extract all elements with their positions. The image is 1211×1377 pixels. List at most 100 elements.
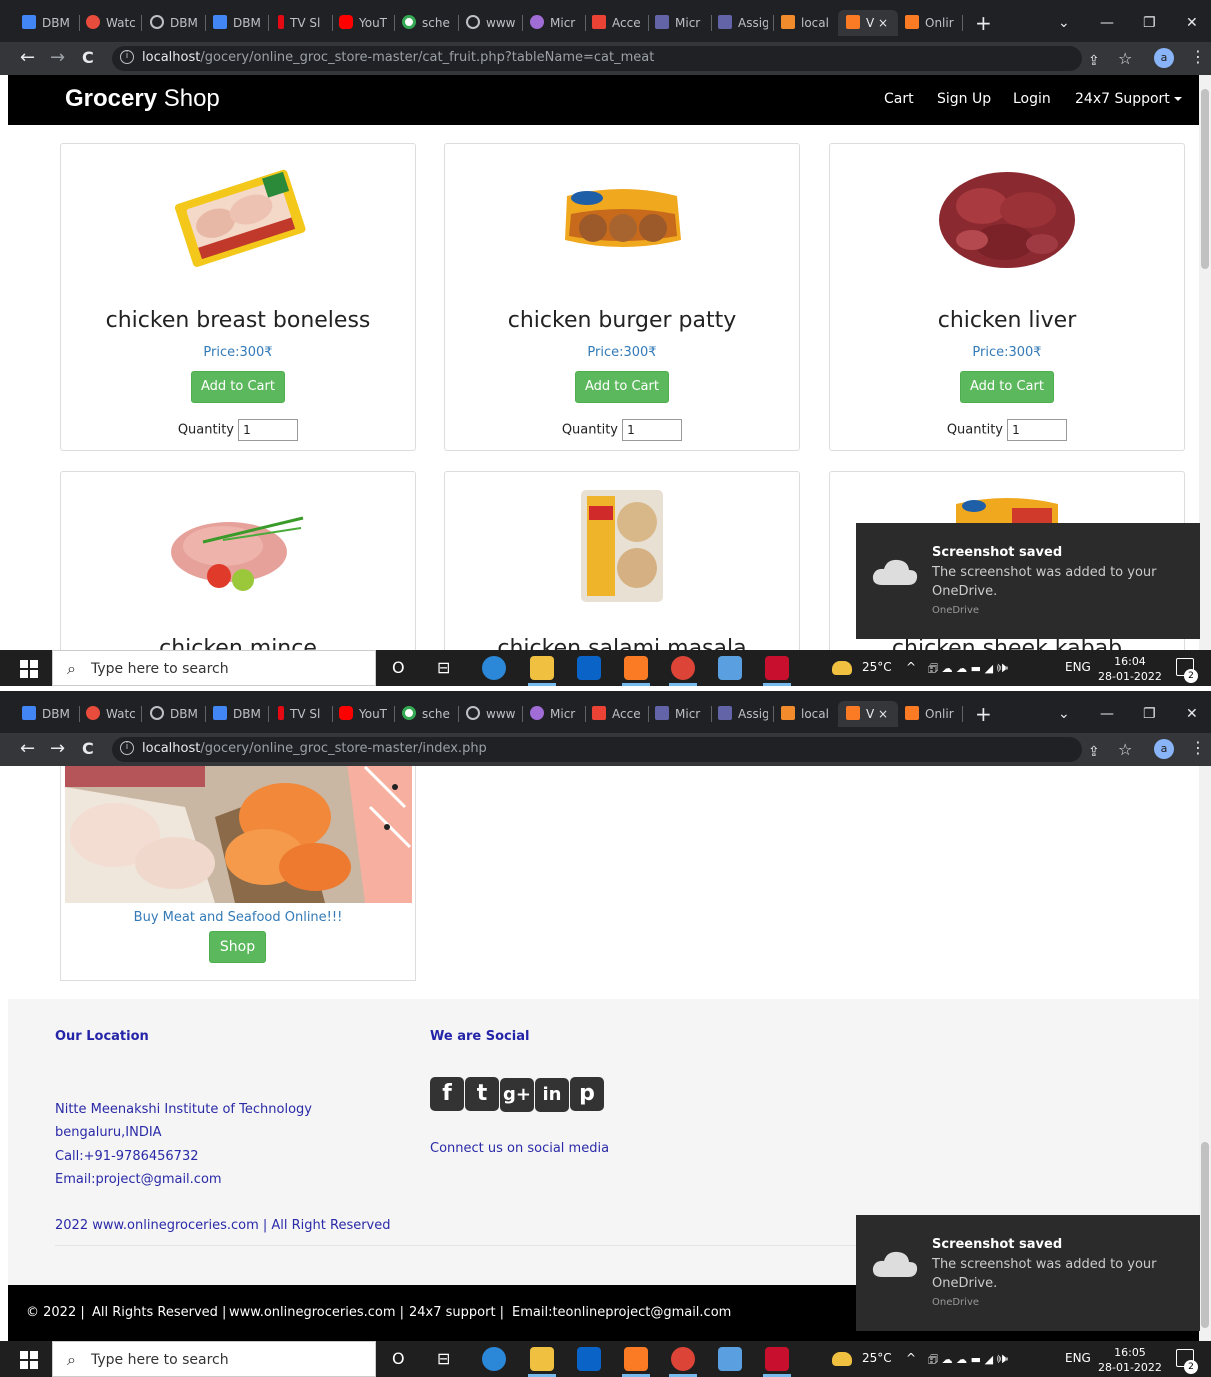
tray-icons[interactable]: 🗊 ☁ ☁ ▬ ◢ 🕪 bbox=[928, 660, 1008, 679]
product-name[interactable]: chicken salami masala bbox=[445, 636, 799, 650]
weather-icon[interactable] bbox=[832, 1352, 852, 1366]
cortana-icon[interactable]: O bbox=[392, 658, 405, 677]
browser-tab[interactable]: Acce bbox=[592, 10, 642, 36]
browser-tab[interactable]: Watc bbox=[86, 10, 136, 36]
mcafee-icon[interactable] bbox=[765, 656, 789, 680]
shop-button[interactable]: Shop bbox=[209, 931, 266, 963]
mail-icon[interactable] bbox=[577, 656, 601, 680]
mcafee-icon[interactable] bbox=[765, 1347, 789, 1371]
tab-search-icon[interactable]: ⌄ bbox=[1058, 10, 1070, 36]
add-to-cart-button[interactable]: Add to Cart bbox=[575, 371, 669, 403]
bookmark-star-icon[interactable]: ☆ bbox=[1118, 50, 1132, 68]
tray-icons[interactable]: 🗊 ☁ ☁ ▬ ◢ 🕪 bbox=[928, 1351, 1008, 1370]
browser-tab[interactable]: Watc bbox=[86, 701, 136, 727]
minimize-button[interactable]: — bbox=[1100, 10, 1114, 36]
profile-avatar[interactable]: a bbox=[1154, 739, 1174, 759]
windows-start-icon[interactable] bbox=[20, 1351, 38, 1369]
url-text[interactable]: localhost/gocery/online_groc_store-maste… bbox=[142, 50, 654, 65]
taskbar-clock[interactable]: 16:05 28-01-2022 bbox=[1098, 1345, 1162, 1375]
browser-tab[interactable]: Micr bbox=[655, 701, 705, 727]
xampp-icon[interactable] bbox=[624, 656, 648, 680]
weather-temperature[interactable]: 25°C bbox=[862, 1351, 892, 1365]
url-text[interactable]: localhost/gocery/online_groc_store-maste… bbox=[142, 741, 487, 756]
browser-tab[interactable]: DBM bbox=[213, 10, 263, 36]
browser-tab[interactable]: DBM bbox=[22, 10, 74, 36]
reload-button[interactable]: C bbox=[82, 737, 94, 761]
add-to-cart-button[interactable]: Add to Cart bbox=[191, 371, 285, 403]
site-brand[interactable]: Grocery Shop bbox=[65, 85, 220, 113]
bottom-email[interactable]: Email:teonlineproject@gmail.com bbox=[512, 1305, 731, 1320]
nav-signup-link[interactable]: Sign Up bbox=[937, 91, 991, 107]
browser-tab[interactable]: DBM bbox=[150, 701, 200, 727]
page-scrollbar[interactable] bbox=[1199, 75, 1211, 650]
browser-tab[interactable]: local bbox=[781, 10, 831, 36]
product-name[interactable]: chicken burger patty bbox=[445, 308, 799, 333]
twitter-icon[interactable]: t bbox=[465, 1077, 499, 1111]
product-name[interactable]: chicken breast boneless bbox=[61, 308, 415, 333]
pinterest-icon[interactable]: p bbox=[570, 1077, 604, 1111]
tab-close-icon[interactable]: × bbox=[878, 707, 888, 721]
linkedin-icon[interactable]: in bbox=[535, 1078, 569, 1112]
bottom-support[interactable]: 24x7 support | bbox=[409, 1305, 504, 1320]
mail-icon[interactable] bbox=[577, 1347, 601, 1371]
browser-tab[interactable]: YouT bbox=[339, 10, 389, 36]
restore-button[interactable]: ❐ bbox=[1143, 10, 1156, 36]
task-view-icon[interactable]: ⊟ bbox=[437, 1349, 450, 1368]
scrollbar-thumb[interactable] bbox=[1201, 89, 1209, 269]
bottom-website[interactable]: www.onlinegroceries.com | bbox=[229, 1305, 404, 1320]
back-button[interactable]: ← bbox=[20, 737, 35, 761]
google-plus-icon[interactable]: g+ bbox=[500, 1078, 534, 1112]
new-tab-button[interactable]: + bbox=[975, 10, 992, 36]
add-to-cart-button[interactable]: Add to Cart bbox=[960, 371, 1054, 403]
windows-start-icon[interactable] bbox=[20, 660, 38, 678]
quantity-input[interactable]: 1 bbox=[1007, 419, 1068, 441]
category-caption[interactable]: Buy Meat and Seafood Online!!! bbox=[61, 910, 415, 925]
taskbar-search-box[interactable]: ⌕ Type here to search bbox=[52, 650, 376, 686]
profile-avatar[interactable]: a bbox=[1154, 48, 1174, 68]
product-name[interactable]: chicken liver bbox=[830, 308, 1184, 333]
browser-tab[interactable]: Onlir bbox=[905, 10, 957, 36]
reload-button[interactable]: C bbox=[82, 46, 94, 70]
browser-tab[interactable]: www bbox=[466, 10, 516, 36]
browser-tab[interactable]: DBM bbox=[213, 701, 263, 727]
share-icon[interactable]: ⇪ bbox=[1088, 743, 1100, 761]
bookmark-star-icon[interactable]: ☆ bbox=[1118, 741, 1132, 759]
browser-tab[interactable]: TV Sl bbox=[278, 701, 328, 727]
language-indicator[interactable]: ENG bbox=[1065, 660, 1091, 674]
facebook-icon[interactable]: f bbox=[430, 1077, 464, 1111]
cortana-icon[interactable]: O bbox=[392, 1349, 405, 1368]
restore-button[interactable]: ❐ bbox=[1143, 701, 1156, 727]
edge-icon[interactable] bbox=[482, 1347, 506, 1371]
forward-button[interactable]: → bbox=[50, 737, 65, 761]
onedrive-toast[interactable]: Screenshot saved The screenshot was adde… bbox=[856, 523, 1200, 639]
nav-support-dropdown[interactable]: 24x7 Support bbox=[1075, 91, 1182, 107]
page-scrollbar[interactable] bbox=[1199, 766, 1211, 1341]
browser-tab[interactable]: TV Sl bbox=[278, 10, 328, 36]
browser-tab[interactable]: DBM bbox=[150, 10, 200, 36]
omnibox[interactable]: i localhost/gocery/online_groc_store-mas… bbox=[112, 737, 1132, 762]
chrome-icon[interactable] bbox=[671, 656, 695, 680]
minimize-button[interactable]: — bbox=[1100, 701, 1114, 727]
browser-tab-active[interactable]: V × bbox=[838, 701, 898, 727]
site-info-icon[interactable]: i bbox=[120, 741, 134, 755]
browser-tab[interactable]: sche bbox=[402, 701, 454, 727]
close-window-button[interactable]: ✕ bbox=[1186, 701, 1198, 727]
quantity-input[interactable]: 1 bbox=[238, 419, 299, 441]
browser-tab[interactable]: Assig bbox=[718, 10, 768, 36]
onedrive-toast[interactable]: Screenshot saved The screenshot was adde… bbox=[856, 1215, 1200, 1331]
close-window-button[interactable]: ✕ bbox=[1186, 10, 1198, 36]
browser-menu-icon[interactable]: ⋮ bbox=[1190, 46, 1206, 68]
browser-tab[interactable]: Assig bbox=[718, 701, 768, 727]
tray-chevron-icon[interactable]: ^ bbox=[906, 660, 916, 674]
browser-menu-icon[interactable]: ⋮ bbox=[1190, 737, 1206, 759]
edge-icon[interactable] bbox=[482, 656, 506, 680]
tab-close-icon[interactable]: × bbox=[878, 16, 888, 30]
language-indicator[interactable]: ENG bbox=[1065, 1351, 1091, 1365]
new-tab-button[interactable]: + bbox=[975, 701, 992, 727]
tab-search-icon[interactable]: ⌄ bbox=[1058, 701, 1070, 727]
taskbar-search-box[interactable]: ⌕ Type here to search bbox=[52, 1341, 376, 1377]
browser-tab[interactable]: Acce bbox=[592, 701, 642, 727]
browser-tab[interactable]: Micr bbox=[530, 701, 580, 727]
taskbar-clock[interactable]: 16:04 28-01-2022 bbox=[1098, 654, 1162, 684]
browser-tab[interactable]: Onlir bbox=[905, 701, 957, 727]
